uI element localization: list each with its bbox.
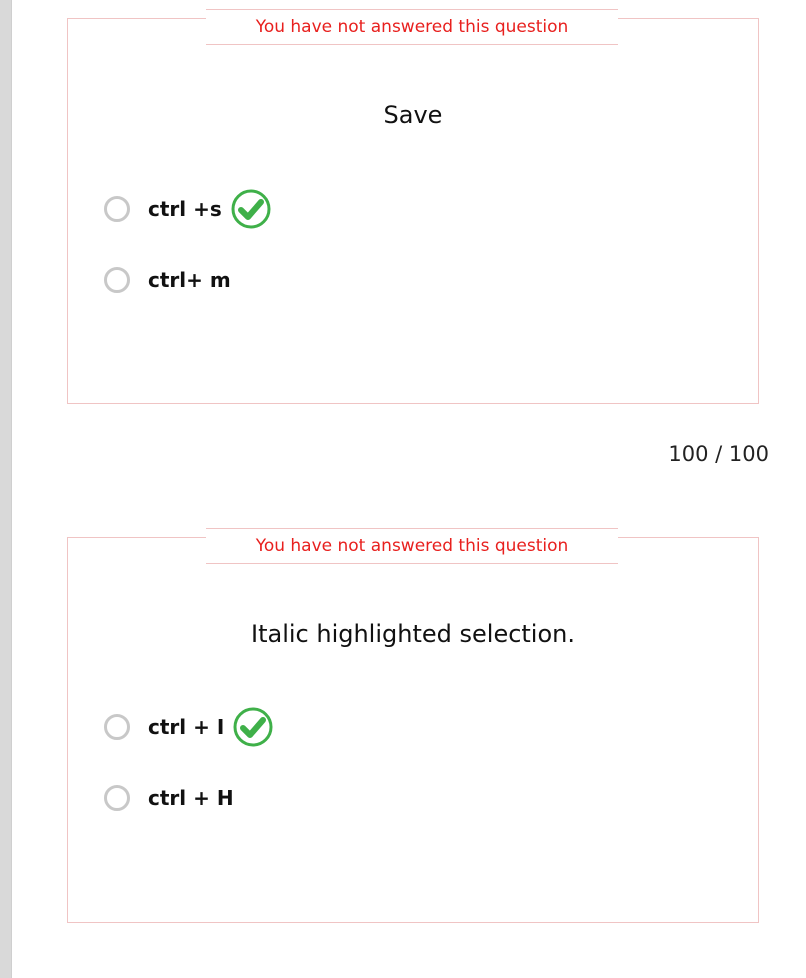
- question-text: Italic highlighted selection.: [251, 620, 575, 648]
- radio-button[interactable]: [104, 196, 130, 222]
- radio-button[interactable]: [104, 714, 130, 740]
- check-circle-icon: [231, 189, 271, 229]
- question-card-1: You have not answered this question Save…: [67, 9, 759, 404]
- answer-option-1[interactable]: ctrl + I: [104, 706, 274, 748]
- check-circle-icon: [233, 707, 273, 747]
- radio-button[interactable]: [104, 267, 130, 293]
- question-text: Save: [383, 101, 443, 129]
- radio-button[interactable]: [104, 785, 130, 811]
- answer-option-2[interactable]: ctrl+ m: [104, 259, 231, 301]
- status-badge: You have not answered this question: [206, 528, 618, 564]
- score-text: 100 / 100: [668, 442, 769, 466]
- question-card-2: You have not answered this question Ital…: [67, 528, 759, 923]
- left-scroll-rail: [0, 0, 12, 978]
- answer-option-1[interactable]: ctrl +s: [104, 188, 272, 230]
- option-label: ctrl +s: [148, 197, 222, 221]
- answer-option-2[interactable]: ctrl + H: [104, 777, 234, 819]
- option-label: ctrl + H: [148, 786, 234, 810]
- option-label: ctrl + I: [148, 715, 225, 739]
- status-badge: You have not answered this question: [206, 9, 618, 45]
- option-label: ctrl+ m: [148, 268, 231, 292]
